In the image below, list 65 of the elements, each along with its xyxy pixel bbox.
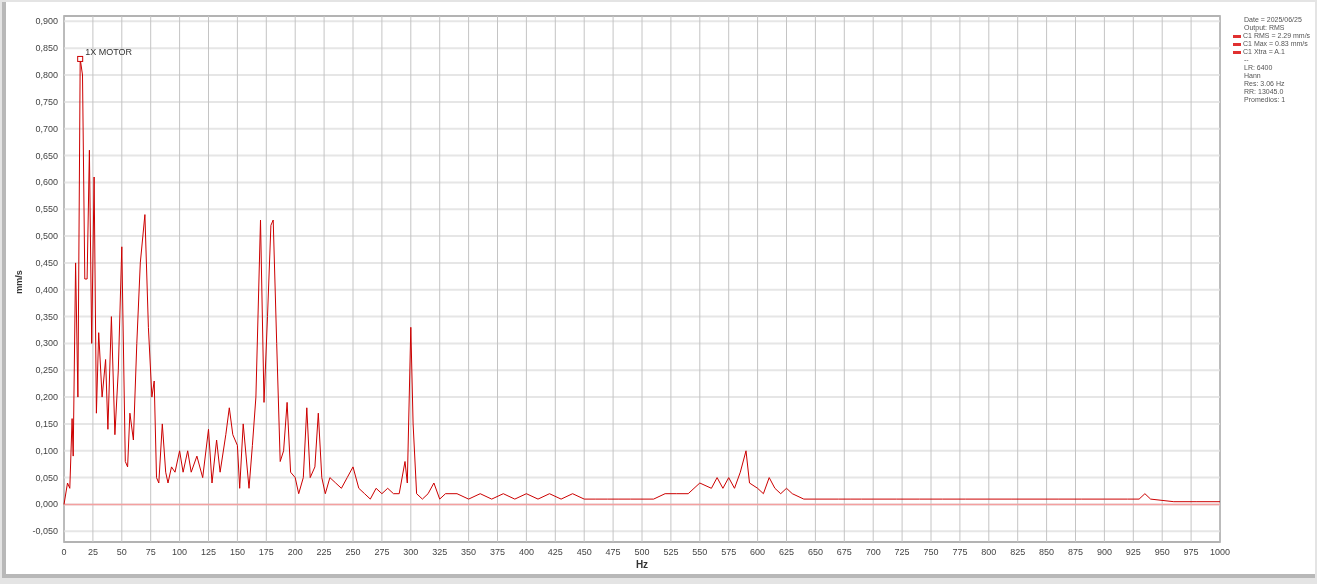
- axis-tick-label: 700: [865, 547, 881, 557]
- axis-tick-label: 950: [1154, 547, 1170, 557]
- axis-tick-label: 875: [1068, 547, 1083, 557]
- axis-tick-label: 575: [721, 547, 737, 557]
- axis-title: mm/s: [14, 270, 24, 294]
- axis-tick-label: 675: [836, 547, 852, 557]
- axis-tick-label: 975: [1183, 547, 1199, 557]
- axis-tick-label: 900: [1096, 547, 1112, 557]
- peak-label: 1X MOTOR: [85, 46, 133, 57]
- axis-tick-label: 0,050: [35, 472, 58, 483]
- axis-tick-label: 275: [374, 547, 390, 557]
- axis-tick-label: 0,450: [35, 257, 58, 268]
- axis-tick-label: 125: [201, 547, 216, 557]
- axis-tick-label: 250: [345, 547, 361, 557]
- axis-tick-label: 550: [692, 547, 708, 557]
- axis-title: Hz: [635, 559, 649, 570]
- axis-tick-label: 0,150: [35, 418, 58, 429]
- axis-tick-label: 475: [605, 547, 621, 557]
- axis-tick-label: 0,200: [35, 392, 58, 403]
- axis-tick-label: 25: [87, 547, 98, 557]
- axis-tick-label: 850: [1039, 547, 1055, 557]
- axis-tick-label: 450: [576, 547, 592, 557]
- axis-tick-label: 0,700: [35, 123, 58, 134]
- axis-tick-label: 0,000: [35, 499, 58, 510]
- axis-tick-label: 0,100: [35, 445, 58, 456]
- axis-tick-label: 200: [287, 547, 303, 557]
- axis-tick-label: 0,800: [35, 70, 58, 81]
- axis-tick-label: 225: [316, 547, 332, 557]
- axis-tick-label: 100: [172, 547, 188, 557]
- axis-tick-label: 800: [981, 547, 997, 557]
- axis-tick-label: 150: [229, 547, 245, 557]
- axis-tick-label: 175: [258, 547, 274, 557]
- axis-tick-label: 725: [894, 547, 910, 557]
- axis-tick-label: 0,900: [35, 16, 58, 27]
- axis-tick-label: 925: [1125, 547, 1141, 557]
- axis-tick-label: 300: [403, 547, 419, 557]
- axis-tick-label: 425: [547, 547, 563, 557]
- axis-tick-label: 1000: [1210, 547, 1230, 557]
- axis-tick-label: 0,500: [35, 231, 58, 242]
- axis-tick-label: 600: [750, 547, 766, 557]
- axis-tick-label: 525: [663, 547, 679, 557]
- axis-tick-label: 625: [779, 547, 794, 557]
- axis-tick-label: 500: [634, 547, 650, 557]
- peak-marker: [77, 55, 84, 62]
- axis-tick-label: 0,250: [35, 365, 58, 376]
- axis-tick-label: 0,850: [35, 43, 58, 54]
- axis-tick-label: 50: [116, 547, 127, 557]
- axis-tick-label: 0,350: [35, 311, 58, 322]
- axis-tick-label: 400: [518, 547, 534, 557]
- axis-tick-label: 0,600: [35, 177, 58, 188]
- axis-tick-label: 0,550: [35, 204, 58, 215]
- axis-tick-label: 775: [952, 547, 968, 557]
- axis-tick-label: 650: [807, 547, 823, 557]
- axis-tick-label: 0,300: [35, 338, 58, 349]
- axis-tick-label: 75: [145, 547, 156, 557]
- axis-tick-label: 350: [461, 547, 477, 557]
- axis-tick-label: 325: [432, 547, 448, 557]
- axis-tick-label: -0,050: [32, 526, 58, 537]
- axis-tick-label: 375: [490, 547, 505, 557]
- axis-tick-label: 0: [61, 547, 67, 557]
- axis-tick-label: 0,750: [35, 96, 58, 107]
- axis-tick-label: 0,650: [35, 150, 58, 161]
- axis-tick-label: 825: [1010, 547, 1026, 557]
- axis-tick-label: 750: [923, 547, 939, 557]
- axis-tick-label: 0,400: [35, 284, 58, 295]
